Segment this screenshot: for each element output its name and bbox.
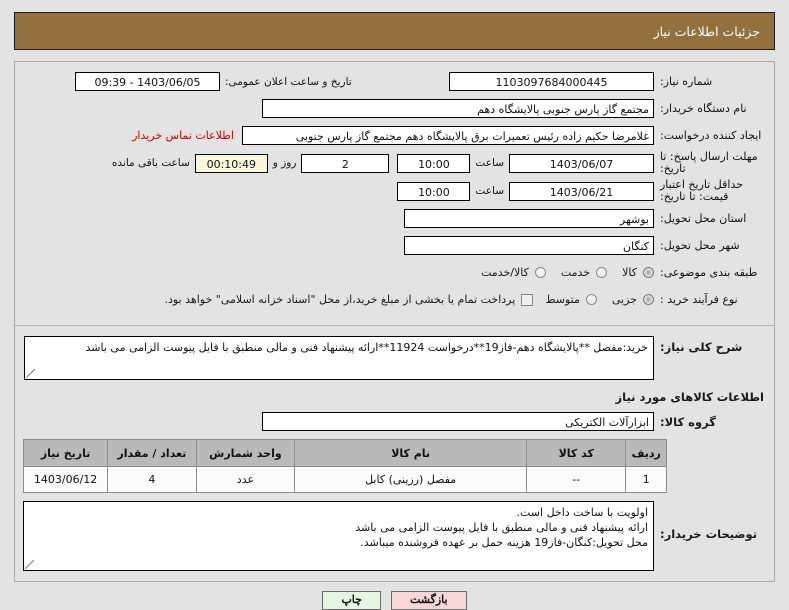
response-deadline-label: مهلت ارسال پاسخ: تا تاریخ: [660, 150, 758, 175]
print-button[interactable]: چاپ [322, 591, 381, 610]
process-radio-jozei[interactable] [643, 294, 654, 305]
row-province: استان محل تحویل: بوشهر [23, 207, 766, 230]
process-option-jozei[interactable]: جزیی [600, 293, 640, 306]
purchase-process-radio-group[interactable]: جزیی متوسط [533, 293, 654, 306]
deadline-hour-label: ساعت [475, 157, 504, 169]
process-radio-motevaset[interactable] [585, 294, 597, 305]
general-description-textarea[interactable]: خرید:مفصل **پالایشگاه دهم-فاز19**درخواست… [24, 336, 654, 380]
row-goods-group: گروه کالا: ابزارآلات الکتریکی [15, 410, 774, 439]
classification-label: طبقه بندی موضوعی: [660, 266, 758, 279]
classification-option-kala[interactable]: کالا [610, 266, 640, 279]
items-table: ردیف کد کالا نام کالا واحد شمارش تعداد /… [22, 439, 667, 493]
buyer-notes-label: توضیحات خریدار: [660, 527, 758, 541]
classification-option-khedmat[interactable]: خدمت [549, 266, 593, 279]
purchase-process-label: نوع فرآیند خرید : [660, 293, 738, 306]
row-general-description: شرح کلی نیاز: خرید:مفصل **پالایشگاه دهم-… [15, 326, 774, 384]
col-header-need-date: تاریخ نیاز [22, 439, 109, 467]
buyer-note-line: ارائه پیشنهاد فنی و مالی منطبق با فایل پ… [355, 521, 648, 534]
form-zone: شماره نیاز: 1103097684000445 تاریخ و ساع… [15, 62, 774, 321]
table-header-row: ردیف کد کالا نام کالا واحد شمارش تعداد /… [22, 439, 667, 467]
deadline-date-value: 1403/06/07 [509, 153, 654, 173]
announce-datetime-value: 1403/06/05 - 09:39 [75, 72, 220, 91]
classification-radio-group[interactable]: کالا خدمت کالا/خدمت [469, 266, 654, 279]
general-description-label: شرح کلی نیاز: [660, 340, 743, 354]
row-request-number: شماره نیاز: 1103097684000445 تاریخ و ساع… [23, 70, 766, 93]
price-validity-date-value: 1403/06/21 [509, 181, 654, 201]
buyer-notes-textarea[interactable]: اولویت با ساخت داخل است. ارائه پیشنهاد ف… [23, 501, 654, 571]
row-city: شهر محل تحویل: کنگان [23, 234, 766, 257]
goods-group-label: گروه کالا: [660, 414, 716, 429]
page-title: جزئیات اطلاعات نیاز [653, 23, 760, 39]
back-button[interactable]: بازگشت [390, 591, 467, 610]
classification-radio-kala-khedmat[interactable] [534, 267, 546, 278]
remaining-clock-value: 00:10:49 [194, 153, 268, 173]
city-value: کنگان [404, 236, 654, 255]
deadline-time-value: 10:00 [397, 153, 471, 173]
footer-buttons: بازگشت چاپ [0, 582, 789, 610]
col-header-code: کد کالا [526, 439, 627, 467]
cell-qty: 4 [107, 466, 197, 493]
price-validity-hour-label: ساعت [475, 185, 504, 197]
buyer-note-line: اولویت با ساخت داخل است. [516, 506, 649, 519]
creator-label: ایجاد کننده درخواست: [660, 129, 762, 142]
treasury-bonds-label: پرداخت تمام یا بخشی از مبلغ خرید،از محل … [164, 293, 516, 306]
cell-code: -- [526, 466, 627, 493]
process-option-motevaset[interactable]: متوسط [533, 293, 583, 306]
announce-datetime-label: تاریخ و ساعت اعلان عمومی: [225, 75, 352, 88]
col-header-name: نام کالا [294, 439, 528, 467]
goods-section-heading: اطلاعات کالاهای مورد نیاز [615, 390, 764, 404]
row-buyer-notes: توضیحات خریدار: اولویت با ساخت داخل است.… [15, 501, 774, 581]
creator-value: غلامرضا حکیم زاده رئیس تعمیرات برق پالای… [242, 126, 654, 145]
row-buyer-org: نام دستگاه خریدار: مجتمع گاز پارس جنوبی … [23, 97, 766, 120]
classification-option-kala-khedmat[interactable]: کالا/خدمت [469, 266, 532, 279]
days-and-label: روز و [272, 157, 297, 169]
table-row: 1 -- مفصل (رزینی) کابل عدد 4 1403/06/12 [22, 466, 667, 493]
remaining-days-value: 2 [301, 153, 390, 173]
province-value: بوشهر [404, 209, 654, 228]
buyer-note-line: محل تحویل:کنگان-فاز19 هزینه حمل بر عهده … [360, 536, 648, 549]
province-label: استان محل تحویل: [660, 212, 747, 225]
items-table-wrapper: ردیف کد کالا نام کالا واحد شمارش تعداد /… [15, 439, 774, 501]
city-label: شهر محل تحویل: [660, 239, 740, 252]
col-header-radif: ردیف [625, 439, 667, 467]
details-panel: شماره نیاز: 1103097684000445 تاریخ و ساع… [14, 61, 775, 582]
row-response-deadline: مهلت ارسال پاسخ: تا تاریخ: 1403/06/07 سا… [23, 151, 766, 175]
col-header-qty: تعداد / مقدار [107, 439, 197, 467]
classification-radio-kala[interactable] [643, 267, 654, 278]
classification-radio-khedmat[interactable] [596, 267, 608, 278]
cell-name: مفصل (رزینی) کابل [294, 466, 528, 493]
buyer-org-label: نام دستگاه خریدار: [660, 102, 747, 115]
treasury-bonds-checkbox[interactable] [521, 293, 534, 306]
cell-radif: 1 [625, 466, 667, 493]
request-number-label: شماره نیاز: [660, 75, 713, 88]
remaining-suffix-label: ساعت باقی مانده [111, 157, 190, 169]
price-validity-time-value: 10:00 [397, 181, 471, 201]
row-creator: ایجاد کننده درخواست: غلامرضا حکیم زاده ر… [23, 124, 766, 147]
row-price-validity: حداقل تاریخ اعتبار قیمت: تا تاریخ: 1403/… [23, 179, 766, 203]
col-header-unit: واحد شمارش [195, 439, 296, 467]
row-classification: طبقه بندی موضوعی: کالا خدمت کالا/خدمت [23, 261, 766, 284]
price-validity-label: حداقل تاریخ اعتبار قیمت: تا تاریخ: [660, 178, 744, 203]
page-title-bar: جزئیات اطلاعات نیاز [14, 12, 775, 50]
cell-unit: عدد [195, 466, 296, 493]
cell-need-date: 1403/06/12 [22, 466, 109, 493]
buyer-contact-link[interactable]: اطلاعات تماس خریدار [124, 129, 242, 142]
goods-group-value: ابزارآلات الکتریکی [262, 412, 654, 431]
buyer-org-value: مجتمع گاز پارس جنوبی پالایشگاه دهم [262, 99, 654, 118]
request-number-value: 1103097684000445 [449, 72, 654, 91]
row-purchase-process: نوع فرآیند خرید : جزیی متوسط پرداخت تمام… [23, 288, 766, 311]
